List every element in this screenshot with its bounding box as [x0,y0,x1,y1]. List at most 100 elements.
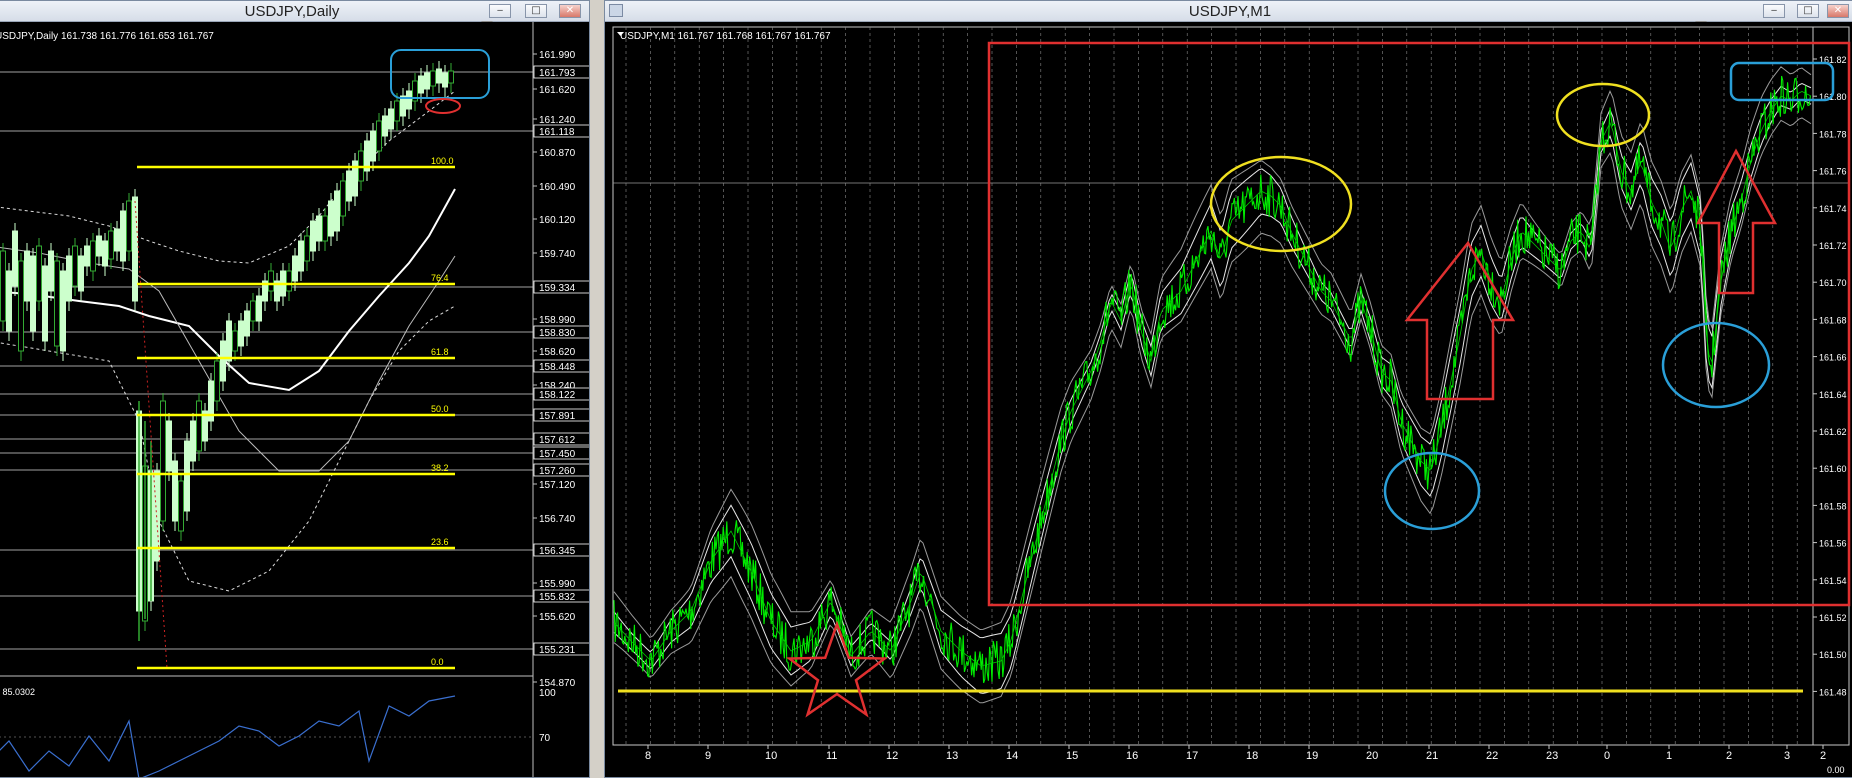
price-scale-label: 161.990 [539,50,576,61]
candle-body [424,72,430,90]
candle-body [0,250,6,322]
price-scale-label: 158.620 [539,347,576,358]
time-axis-label: 19 [1306,750,1318,762]
time-axis-label: 0 [1604,750,1610,762]
candle-body [172,460,178,522]
candle-body [430,70,436,87]
candle-body [66,255,72,302]
m1-chart-svg[interactable]: 161.82161.80161.78161.76161.74161.72161.… [605,22,1852,777]
m1-info-line: USDJPY,M1 161.767 161.768 161.767 161.76… [620,31,831,42]
close-button[interactable]: ✕ [1827,4,1849,18]
candle-body [214,360,220,402]
m1-chart-window[interactable]: USDJPY,M1 ‒ □ ✕ 161.82 161.80 161.78 161.76… [604,0,1852,778]
candle-body [394,100,400,122]
price-scale-label: 161.240 [539,115,576,126]
candle-body [322,215,328,242]
price-box-label: 159.334 [539,283,576,294]
candle-body [310,220,316,252]
time-axis-label: 2 [1726,750,1732,762]
maximize-button[interactable]: □ [525,4,547,18]
candle-body [268,270,274,292]
candle-body [84,245,90,267]
candle-body [96,235,102,257]
candle-body [442,72,448,88]
candle-body [54,260,60,347]
price-scale-label: 160.870 [539,148,576,159]
candle-body [90,240,96,272]
price-scale-label: 155.990 [539,579,576,590]
daily-window-titlebar[interactable]: USDJPY,Daily ‒ □ ✕ [0,1,589,22]
price-scale-label: 160.120 [539,215,576,226]
price-scale-label: 161.68 [1819,315,1847,325]
price-scale-label: 161.62 [1819,427,1847,437]
time-axis-label: 9 [705,750,711,762]
price-scale-label: 161.64 [1819,390,1847,400]
daily-chart-area[interactable]: USDJPY,Daily 161.738 161.776 161.653 161… [0,22,589,777]
price-box-label: 158.122 [539,390,576,401]
fib-level-label: 61.8 [431,347,449,357]
maximize-button[interactable]: □ [1797,4,1819,18]
candle-body [238,320,244,347]
price-box-label: 155.832 [539,592,576,603]
candle-body [108,230,114,260]
time-axis-label: 1 [1666,750,1672,762]
candle-body [18,260,24,352]
time-axis-label: 21 [1426,750,1438,762]
price-scale-label: 155.620 [539,612,576,623]
m1-chart-area[interactable]: 161.82 161.80 161.78 161.76 161.74 161.72 161.… [605,22,1852,777]
price-scale-label: 161.76 [1819,167,1847,177]
candle-body [244,310,250,337]
daily-chart-window[interactable]: USDJPY,Daily ‒ □ ✕ USDJPY,Daily 161.738 … [0,0,590,778]
price-scale-label: 161.78 [1819,129,1847,139]
price-scale-label: 161.52 [1819,613,1847,623]
time-axis-label: 11 [826,750,837,762]
candle-body [448,70,454,84]
candle-body [304,235,310,262]
candle-body [126,200,132,252]
fib-level-label: 38.2 [431,463,449,473]
candle-body [132,196,138,302]
price-box-label: 157.260 [539,466,576,477]
candle-body [30,255,36,332]
time-axis-label: 17 [1186,750,1198,762]
candle-body [226,320,232,362]
fib-level-label: 0.0 [431,657,444,667]
daily-chart-svg[interactable]: USDJPY,Daily 161.738 161.776 161.653 161… [0,22,589,777]
candle-body [376,120,382,152]
price-scale-label: 159.740 [539,249,576,260]
m1-window-titlebar[interactable]: USDJPY,M1 ‒ □ ✕ [605,1,1852,22]
candle-body [340,180,346,217]
time-axis-label: 3 [1784,750,1790,762]
candle-body [12,230,18,287]
time-axis-label: 8 [645,750,651,762]
price-scale-label: 161.72 [1819,241,1847,251]
subwindow-label: 1 85.0302 [0,687,35,697]
candle-body [346,170,352,202]
candle-body [36,245,42,302]
candle-body [102,240,108,267]
candle-body [370,130,376,162]
candle-body [388,108,394,130]
price-scale-label: 161.54 [1819,576,1847,586]
close-button[interactable]: ✕ [559,4,581,18]
price-box-label: 157.891 [539,411,576,422]
price-scale-label: 160.490 [539,182,576,193]
candle-body [184,440,190,512]
price-box-label: 157.612 [539,435,576,446]
time-axis-label: 14 [1006,750,1018,762]
price-scale-label: 161.50 [1819,650,1847,660]
price-scale-label: 161.74 [1819,204,1847,214]
minimize-button[interactable]: ‒ [1763,4,1785,18]
price-scale-label: 161.66 [1819,353,1847,363]
candle-body [418,75,424,94]
minimize-button[interactable]: ‒ [489,4,511,18]
price-scale-label: 161.56 [1819,539,1847,549]
candle-body [436,68,442,84]
price-scale-label: 157.120 [539,480,576,491]
fib-level-label: 76.4 [431,273,449,283]
candle-body [78,255,84,292]
candle-body [24,250,30,302]
candle-body [382,115,388,137]
price-box-label: 161.118 [539,127,575,138]
subwindow-scale-label: 100 [539,688,556,699]
